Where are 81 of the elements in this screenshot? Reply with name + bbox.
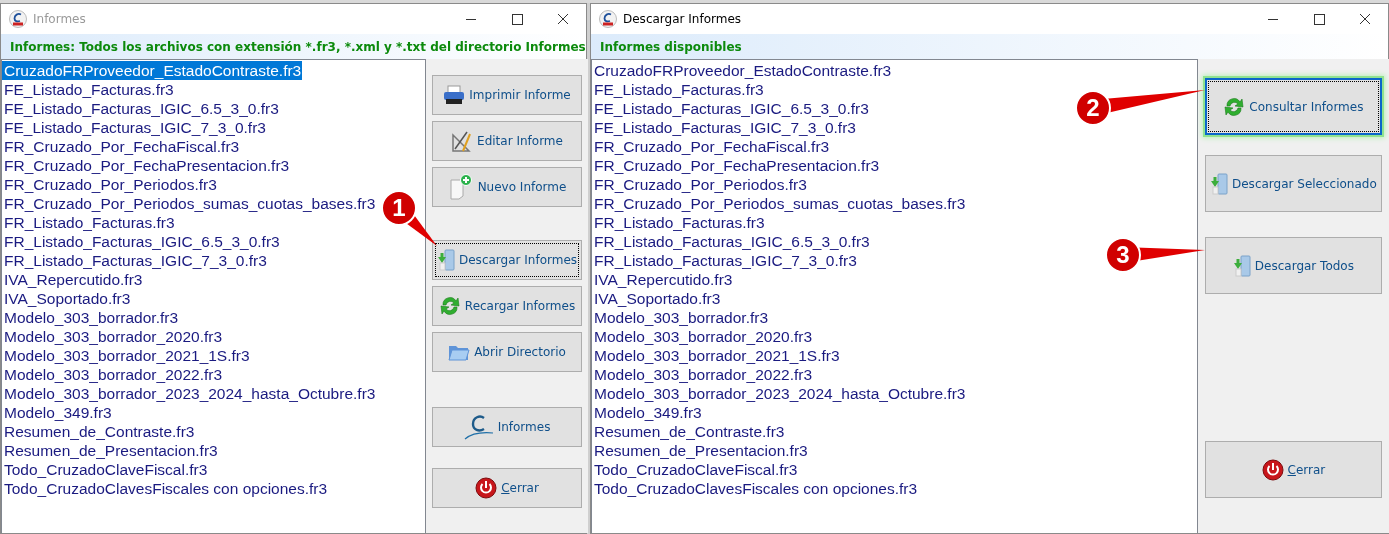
file-list-item[interactable]: Modelo_349.fr3 [592, 403, 703, 422]
file-list-item[interactable]: Resumen_de_Presentacion.fr3 [2, 441, 219, 460]
file-list-item[interactable]: Todo_CruzadoClavesFiscales con opciones.fr3 [2, 479, 329, 498]
new-button[interactable]: Nuevo Informe [432, 167, 583, 207]
file-list-item[interactable]: IVA_Soportado.fr3 [2, 289, 132, 308]
swirl-logo-icon [463, 413, 494, 441]
app-logo-icon [9, 10, 27, 28]
callout-number: 1 [391, 195, 407, 221]
edit-button[interactable]: Editar Informe [432, 121, 583, 161]
file-list-item[interactable]: FE_Listado_Facturas_IGIC_7_3_0.fr3 [2, 118, 267, 137]
file-list-item[interactable]: FR_Cruzado_Por_FechaPresentacion.fr3 [592, 156, 881, 175]
file-list-item[interactable]: IVA_Repercutido.fr3 [592, 270, 734, 289]
file-list-item[interactable]: FR_Cruzado_Por_Periodos.fr3 [592, 175, 808, 194]
file-list-item[interactable]: FR_Listado_Facturas.fr3 [2, 213, 176, 232]
download-icon [1232, 254, 1251, 277]
file-list-item[interactable]: Todo_CruzadoClaveFiscal.fr3 [2, 460, 209, 479]
file-list-item[interactable]: FE_Listado_Facturas_IGIC_7_3_0.fr3 [592, 118, 857, 137]
file-list-item[interactable]: Modelo_303_borrador_2021_1S.fr3 [2, 346, 251, 365]
file-list-item[interactable]: FR_Listado_Facturas_IGIC_6.5_3_0.fr3 [592, 232, 871, 251]
file-list-item[interactable]: FR_Listado_Facturas_IGIC_6.5_3_0.fr3 [2, 232, 281, 251]
file-list[interactable] [591, 59, 1198, 533]
download-button[interactable]: Descargar Seleccionado [1205, 155, 1382, 212]
app-logo-icon [599, 10, 617, 28]
open-folder-button[interactable]: Abrir Directorio [432, 332, 583, 372]
file-list-item[interactable]: Todo_CruzadoClaveFiscal.fr3 [592, 460, 799, 479]
file-list-item[interactable]: Modelo_303_borrador.fr3 [592, 308, 770, 327]
file-list-item[interactable]: FE_Listado_Facturas.fr3 [2, 80, 175, 99]
refresh-icon [1223, 95, 1246, 118]
file-list-item[interactable]: Modelo_303_borrador.fr3 [2, 308, 180, 327]
file-list-item[interactable]: Resumen_de_Contraste.fr3 [2, 422, 196, 441]
refresh-icon [438, 295, 461, 317]
file-list-item[interactable]: FE_Listado_Facturas_IGIC_6.5_3_0.fr3 [592, 99, 870, 118]
file-list-item[interactable]: FR_Listado_Facturas_IGIC_7_3_0.fr3 [592, 251, 858, 270]
file-list-item[interactable]: IVA_Repercutido.fr3 [2, 270, 144, 289]
file-list[interactable] [1, 59, 426, 533]
file-list-item[interactable]: FE_Listado_Facturas.fr3 [592, 80, 765, 99]
file-list-item[interactable]: FR_Cruzado_Por_FechaFiscal.fr3 [2, 137, 241, 156]
new-document-icon [447, 174, 474, 200]
file-list-item[interactable]: Modelo_303_borrador_2022.fr3 [2, 365, 224, 384]
file-list-item[interactable]: Modelo_303_borrador_2021_1S.fr3 [592, 346, 841, 365]
file-list-item[interactable]: FR_Cruzado_Por_FechaPresentacion.fr3 [2, 156, 291, 175]
file-list-item[interactable]: Modelo_303_borrador_2022.fr3 [592, 365, 814, 384]
close-button[interactable]: Cerrar [1205, 441, 1382, 498]
file-list-item[interactable]: CruzadoFRProveedor_EstadoContraste.fr3 [2, 61, 303, 80]
file-list-item[interactable]: Modelo_349.fr3 [2, 403, 113, 422]
file-list-item[interactable]: Resumen_de_Presentacion.fr3 [592, 441, 809, 460]
callout-marker [381, 190, 437, 246]
download-icon [437, 249, 455, 271]
file-list-item[interactable]: FR_Cruzado_Por_Periodos_sumas_cuotas_bases.fr3 [2, 194, 377, 213]
file-list-item[interactable]: IVA_Soportado.fr3 [592, 289, 722, 308]
file-list-item[interactable]: Todo_CruzadoClavesFiscales con opciones.fr3 [592, 479, 919, 498]
file-list-item[interactable]: Modelo_303_borrador_2020.fr3 [592, 327, 814, 346]
file-list-item[interactable]: FR_Cruzado_Por_Periodos.fr3 [2, 175, 218, 194]
window-title: Descargar Informes [623, 12, 743, 26]
file-list-item[interactable]: FR_Cruzado_Por_Periodos_sumas_cuotas_bases.fr3 [592, 194, 967, 213]
list-heading: Informes disponibles [600, 39, 742, 54]
download-button[interactable]: Descargar Todos [1205, 237, 1382, 294]
refresh-button[interactable]: Consultar Informes [1205, 78, 1382, 135]
power-icon [1261, 458, 1284, 481]
close-button[interactable]: Cerrar [432, 468, 583, 508]
file-list-item[interactable]: FE_Listado_Facturas_IGIC_6.5_3_0.fr3 [2, 99, 280, 118]
window-title: Informes [33, 12, 87, 26]
file-list-item[interactable]: Resumen_de_Contraste.fr3 [592, 422, 786, 441]
file-list-item[interactable]: FR_Listado_Facturas_IGIC_7_3_0.fr3 [2, 251, 268, 270]
file-list-item[interactable]: Modelo_303_borrador_2020.fr3 [2, 327, 224, 346]
file-list-item[interactable]: FR_Listado_Facturas.fr3 [592, 213, 766, 232]
informes-button[interactable]: Informes [432, 407, 583, 447]
power-icon [475, 477, 498, 499]
download-button[interactable]: Descargar Informes [432, 240, 583, 280]
drafting-tools-icon [451, 129, 474, 153]
file-list-item[interactable]: Modelo_303_borrador_2023_2024_hasta_Octubre.fr3 [592, 384, 967, 403]
file-list-item[interactable]: Modelo_303_borrador_2023_2024_hasta_Octubre.fr3 [2, 384, 377, 403]
refresh-button[interactable]: Recargar Informes [432, 286, 583, 326]
print-button[interactable]: Imprimir Informe [432, 75, 583, 115]
callout-number: 3 [1115, 242, 1131, 268]
list-heading: Informes: Todos los archivos con extensión *.fr3, *.xml y *.txt del directorio Informes [10, 39, 586, 54]
printer-icon [443, 85, 466, 105]
file-list-item[interactable]: CruzadoFRProveedor_EstadoContraste.fr3 [592, 61, 893, 80]
callout-number: 2 [1085, 95, 1101, 121]
download-icon [1210, 172, 1228, 195]
file-list-item[interactable]: FR_Cruzado_Por_FechaFiscal.fr3 [592, 137, 831, 156]
